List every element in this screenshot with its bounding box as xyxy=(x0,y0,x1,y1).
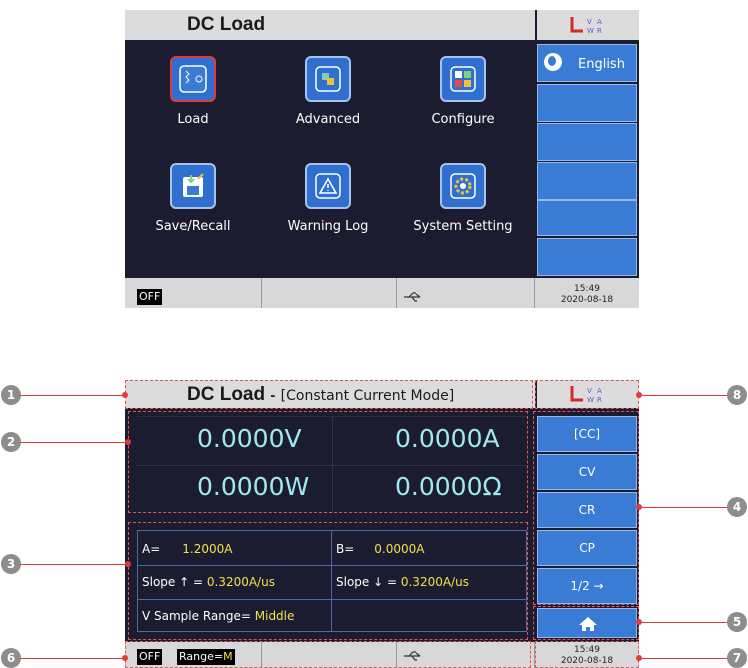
side-button-6[interactable] xyxy=(537,238,637,276)
app-label: System Setting xyxy=(413,219,513,234)
time-label: 15:49 xyxy=(574,284,600,294)
svg-text:R: R xyxy=(597,27,602,35)
date-label: 2020-08-18 xyxy=(560,295,614,305)
load-icon xyxy=(170,56,216,102)
app-warning-log[interactable]: Warning Log xyxy=(263,163,393,234)
region-parameters xyxy=(128,522,528,640)
side-button-3[interactable] xyxy=(537,123,637,161)
app-load[interactable]: Load xyxy=(128,56,258,127)
app-configure[interactable]: Configure xyxy=(398,56,528,127)
app-label: Configure xyxy=(431,112,495,127)
usb-icon xyxy=(404,292,421,302)
lan-usb-indicator-icon: V A W R xyxy=(570,17,602,35)
region-readings xyxy=(128,411,528,513)
region-home xyxy=(533,606,639,640)
globe-icon xyxy=(544,53,562,71)
title-bar: DC Load xyxy=(125,10,535,40)
app-label: Warning Log xyxy=(287,219,369,234)
svg-text:V: V xyxy=(587,18,592,26)
region-clock xyxy=(535,641,639,668)
callout-5: 5 xyxy=(727,612,747,632)
callout-6: 6 xyxy=(1,648,21,668)
side-button-4[interactable] xyxy=(537,162,637,200)
clock: 15:49 2020-08-18 xyxy=(537,284,637,306)
gear-icon xyxy=(440,163,486,209)
app-advanced[interactable]: Advanced xyxy=(263,56,393,127)
callout-4: 4 xyxy=(727,497,747,517)
svg-text:W: W xyxy=(587,27,594,35)
language-label: English xyxy=(578,57,625,72)
app-label: Save/Recall xyxy=(155,219,231,234)
callout-1: 1 xyxy=(1,385,21,405)
warning-icon xyxy=(305,163,351,209)
status-indicator-box: V A W R xyxy=(537,10,639,40)
region-title xyxy=(125,380,533,409)
app-label: Load xyxy=(177,112,209,127)
side-button-5[interactable] xyxy=(537,200,637,236)
app-label: Advanced xyxy=(295,112,361,127)
app-system-setting[interactable]: System Setting xyxy=(398,163,528,234)
advanced-icon xyxy=(305,56,351,102)
main-menu-screen: DC Load V A W R English Load Advanced Co… xyxy=(125,10,639,308)
callout-3: 3 xyxy=(1,554,21,574)
status-bar: OFF 15:49 2020-08-18 xyxy=(125,278,639,308)
svg-text:A: A xyxy=(597,18,602,26)
callout-7: 7 xyxy=(727,648,747,668)
region-status-left xyxy=(125,641,531,668)
language-button[interactable]: English xyxy=(537,44,637,82)
app-save-recall[interactable]: Save/Recall xyxy=(128,163,258,234)
save-recall-icon xyxy=(170,163,216,209)
output-off-indicator: OFF xyxy=(137,289,163,305)
region-side-buttons xyxy=(533,411,639,605)
region-indicator xyxy=(535,380,639,409)
callout-2: 2 xyxy=(1,432,21,452)
configure-icon xyxy=(440,56,486,102)
side-button-2[interactable] xyxy=(537,84,637,122)
callout-8: 8 xyxy=(727,385,747,405)
page-title: DC Load xyxy=(187,14,266,35)
